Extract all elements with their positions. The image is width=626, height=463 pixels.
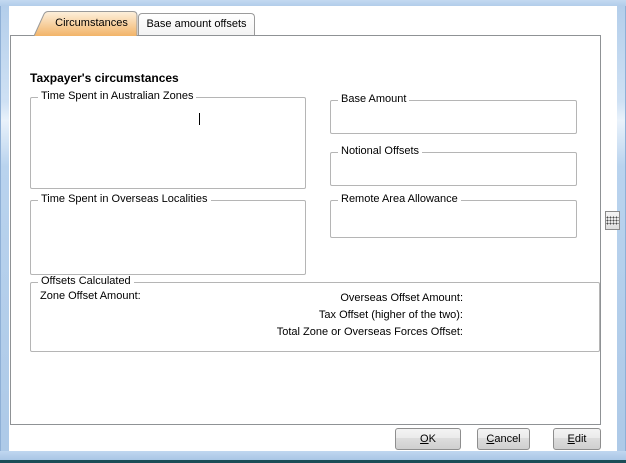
ok-button[interactable]: OK — [395, 428, 461, 450]
dialog-window: { "tabs": [ { "label": "Circumstances", … — [0, 0, 626, 463]
window-border-right — [617, 0, 626, 463]
group-overseas-localities-title: Time Spent in Overseas Localities — [38, 193, 211, 205]
cancel-label-rest: ancel — [494, 433, 520, 445]
tab-base-amount-offsets[interactable]: Base amount offsets — [138, 13, 255, 35]
overseas-offset-amount-label: Overseas Offset Amount: — [200, 290, 463, 307]
edit-button[interactable]: Edit — [553, 428, 601, 450]
total-zone-overseas-offset-label: Total Zone or Overseas Forces Offset: — [200, 324, 463, 341]
page-title: Taxpayer's circumstances — [30, 71, 179, 85]
group-australian-zones-title: Time Spent in Australian Zones — [38, 90, 196, 102]
window-border-bottom — [0, 451, 626, 460]
keypad-icon — [606, 216, 619, 225]
zone-offset-amount-label: Zone Offset Amount: — [40, 290, 141, 302]
cancel-button[interactable]: Cancel — [477, 428, 530, 450]
tab-circumstances[interactable]: Circumstances — [33, 11, 138, 36]
group-base-amount: Base Amount — [330, 100, 577, 134]
tax-offset-higher-label: Tax Offset (higher of the two): — [200, 307, 463, 324]
group-notional-offsets: Notional Offsets — [330, 152, 577, 186]
ok-label-rest: K — [429, 433, 436, 445]
group-remote-area-allowance: Remote Area Allowance — [330, 200, 577, 238]
allowance-keypad-button[interactable] — [605, 211, 620, 230]
text-caret — [199, 113, 200, 125]
edit-label-rest: dit — [575, 433, 587, 445]
window-border-top — [0, 0, 626, 6]
ok-access-key: O — [420, 433, 429, 445]
window-border-left — [0, 0, 9, 463]
group-offsets-calculated-title: Offsets Calculated — [38, 275, 134, 287]
group-overseas-localities: Time Spent in Overseas Localities — [30, 200, 306, 275]
offsets-right-labels: Overseas Offset Amount: Tax Offset (high… — [200, 290, 463, 341]
tab-circumstances-label: Circumstances — [45, 17, 138, 29]
group-australian-zones: Time Spent in Australian Zones — [30, 97, 306, 189]
group-base-amount-title: Base Amount — [338, 93, 409, 105]
edit-access-key: E — [568, 433, 575, 445]
group-notional-offsets-title: Notional Offsets — [338, 145, 422, 157]
group-remote-area-allowance-title: Remote Area Allowance — [338, 193, 461, 205]
